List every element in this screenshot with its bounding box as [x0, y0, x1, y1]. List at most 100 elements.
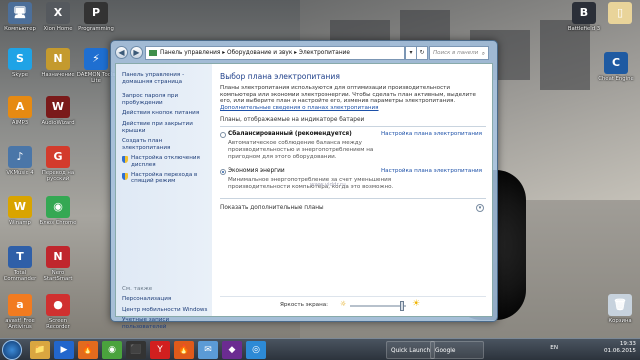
watermark: www.viddr.ru: [310, 182, 346, 189]
divider: [220, 126, 486, 128]
taskbar-app-icon[interactable]: 🔥: [174, 341, 194, 359]
window-titlebar: ◀ ▶ Панель управления ▸ Оборудование и з…: [111, 41, 497, 68]
desktop-icon-audiowizard[interactable]: W AudioWizard: [38, 96, 78, 126]
sidebar-link-lid-close[interactable]: Действие при закрытии крышки: [122, 121, 206, 134]
address-bar[interactable]: Панель управления ▸ Оборудование и звук …: [145, 46, 405, 60]
search-input[interactable]: Поиск в панели управления ⌕: [429, 46, 489, 68]
taskbar-mail-icon[interactable]: ✉: [198, 341, 218, 359]
translate-icon: G: [46, 146, 70, 168]
sidebar-link-sleep[interactable]: Настройка перехода в спящий режим: [122, 172, 206, 185]
taskbar-cmd-icon[interactable]: ⬛: [126, 341, 146, 359]
back-button[interactable]: ◀: [115, 46, 128, 59]
plan-description: Автоматическое соблюдение баланса между …: [228, 140, 374, 160]
taskbar-visual-studio-icon[interactable]: ◆: [222, 341, 242, 359]
total-commander-icon: T: [8, 246, 32, 268]
show-more-plans-label: Показать дополнительные планы: [220, 205, 324, 212]
page-title: Выбор плана электропитания: [220, 72, 340, 81]
window-content: Панель управления - домашняя страница За…: [115, 63, 493, 330]
desktop-icon-label: Nero StartSmart: [43, 270, 73, 282]
desktop-icon-label: Перевод на русский: [41, 170, 75, 182]
desktop-icon-label: Battlefield 3: [567, 26, 601, 32]
aimp-icon: A: [8, 96, 32, 118]
sidebar-link-create-plan[interactable]: Создать план электропитания: [122, 138, 206, 151]
link-personalization[interactable]: Персонализация: [122, 296, 208, 303]
desktop-icon-vkmusic[interactable]: ♪ VKMusic 4: [0, 146, 40, 176]
brightness-slider-thumb[interactable]: [400, 301, 404, 311]
desktop-icon-cheat-engine[interactable]: C Cheat Engine: [596, 52, 636, 82]
desktop-icon-label: VKMusic 4: [6, 170, 34, 176]
link-mobility-center[interactable]: Центр мобильности Windows: [122, 307, 208, 314]
desktop-icon-xion[interactable]: X Xion Home: [38, 2, 78, 32]
search-icon: ⌕: [481, 51, 485, 57]
desktop-icon-screen-recorder[interactable]: ● Screen Recorder: [38, 294, 78, 330]
taskbar-media-player-icon[interactable]: ▶: [54, 341, 74, 359]
intro-more-info-link[interactable]: Дополнительные сведения о планах электро…: [220, 105, 379, 111]
show-more-plans[interactable]: Показать дополнительные планы ▾: [220, 204, 486, 213]
desktop-icon-blank-file[interactable]: ▯: [600, 2, 640, 26]
chevron-down-icon[interactable]: ▾: [476, 204, 484, 213]
sidebar-link-display-off[interactable]: Настройка отключения дисплея: [122, 155, 206, 168]
sun-large-icon: ☀: [412, 299, 421, 309]
cheat-engine-icon: C: [604, 52, 628, 74]
desktop-icon-label: Назначение: [41, 72, 75, 78]
desktop-icon-label: Screen Recorder: [46, 318, 70, 330]
desktop-icon-translate[interactable]: G Перевод на русский: [38, 146, 78, 182]
desktop-icon-label: Компьютер: [4, 26, 36, 32]
desktop-icon-label: avast! Free Antivirus: [5, 318, 35, 330]
plan-balanced-settings-link[interactable]: Настройка плана электропитания: [381, 131, 482, 137]
language-indicator[interactable]: EN: [550, 345, 558, 352]
desktop-icon-programming[interactable]: P Programming: [76, 2, 116, 32]
plan-power-saver: Экономия энергии Настройка плана электро…: [220, 168, 486, 190]
see-also-heading: См. также: [122, 286, 153, 292]
brightness-bar: Яркость экрана: ☼ ☀: [220, 296, 486, 311]
sidebar-home-link[interactable]: Панель управления - домашняя страница: [122, 72, 206, 85]
winamp-icon: W: [8, 196, 32, 218]
brightness-slider[interactable]: [350, 301, 406, 311]
taskbar-explorer-icon[interactable]: 📁: [30, 341, 50, 359]
plan-power-saver-radio[interactable]: [220, 169, 226, 176]
desktop-icon-chrome[interactable]: ◉ Блюз Chrome: [38, 196, 78, 226]
quick-launch-toolbar[interactable]: Quick Launch: [386, 341, 436, 359]
desktop-icon-folder[interactable]: N Назначение: [38, 48, 78, 78]
start-button[interactable]: [2, 340, 22, 360]
taskbar-yandex-icon[interactable]: Y: [150, 341, 170, 359]
taskbar-firefox-icon[interactable]: 🔥: [78, 341, 98, 359]
sidebar-link-power-buttons[interactable]: Действия кнопок питания: [122, 110, 206, 117]
refresh-button[interactable]: ↻: [416, 46, 428, 60]
desktop-icon-avast[interactable]: a avast! Free Antivirus: [0, 294, 40, 330]
desktop-icon-computer[interactable]: 🖥 Компьютер: [0, 2, 40, 32]
plan-power-saver-settings-link[interactable]: Настройка плана электропитания: [381, 168, 482, 174]
skype-icon: S: [8, 48, 32, 70]
clock-time[interactable]: 19:33: [604, 341, 636, 348]
vkmusic-icon: ♪: [8, 146, 32, 168]
link-user-accounts[interactable]: Учетные записи пользователей: [122, 317, 208, 330]
desktop-icon-recycle-bin[interactable]: 🗑 Корзина: [600, 294, 640, 324]
address-text: Панель управления ▸ Оборудование и звук …: [160, 50, 350, 56]
desktop-icon-label: Winamp: [9, 220, 31, 226]
taskbar: 📁▶🔥◉⬛Y🔥✉◆◎ Quick Launch Google Chrome EN…: [0, 338, 640, 360]
sidebar-link-wake-password[interactable]: Запрос пароля при пробуждении: [122, 93, 206, 106]
control-panel-icon: [149, 50, 157, 56]
plan-balanced: Сбалансированный (рекомендуется) Настрой…: [220, 131, 486, 160]
daemon-tools-icon: ⚡: [84, 48, 108, 70]
see-also-links: Персонализация Центр мобильности Windows…: [122, 296, 208, 334]
desktop-icon-nero[interactable]: N Nero StartSmart: [38, 246, 78, 282]
screen-recorder-icon: ●: [46, 294, 70, 316]
system-tray: EN 19:33 01.06.2015: [550, 341, 636, 355]
plan-balanced-radio[interactable]: [220, 132, 226, 139]
desktop-icon-total-commander[interactable]: T Total Commander: [0, 246, 40, 282]
taskbar-network-icon[interactable]: ◎: [246, 341, 266, 359]
clock-date[interactable]: 01.06.2015: [604, 348, 636, 355]
avast-icon: a: [8, 294, 32, 316]
sidebar-link-label: Настройка перехода в спящий режим: [131, 171, 198, 185]
taskbar-chrome-icon[interactable]: ◉: [102, 341, 122, 359]
taskbar-chrome-task[interactable]: Google Chrome: [430, 341, 484, 359]
desktop-icon-skype[interactable]: S Skype: [0, 48, 40, 78]
desktop-icon-aimp[interactable]: A AIMP3: [0, 96, 40, 126]
desktop-icon-label: Total Commander: [3, 270, 37, 282]
forward-button[interactable]: ▶: [130, 46, 143, 59]
desktop-icon-winamp[interactable]: W Winamp: [0, 196, 40, 226]
desktop-icon-battlefield[interactable]: B Battlefield 3: [564, 2, 604, 32]
plans-group-label: Планы, отображаемые на индикаторе батаре…: [220, 117, 365, 124]
chrome-icon: ◉: [46, 196, 70, 218]
